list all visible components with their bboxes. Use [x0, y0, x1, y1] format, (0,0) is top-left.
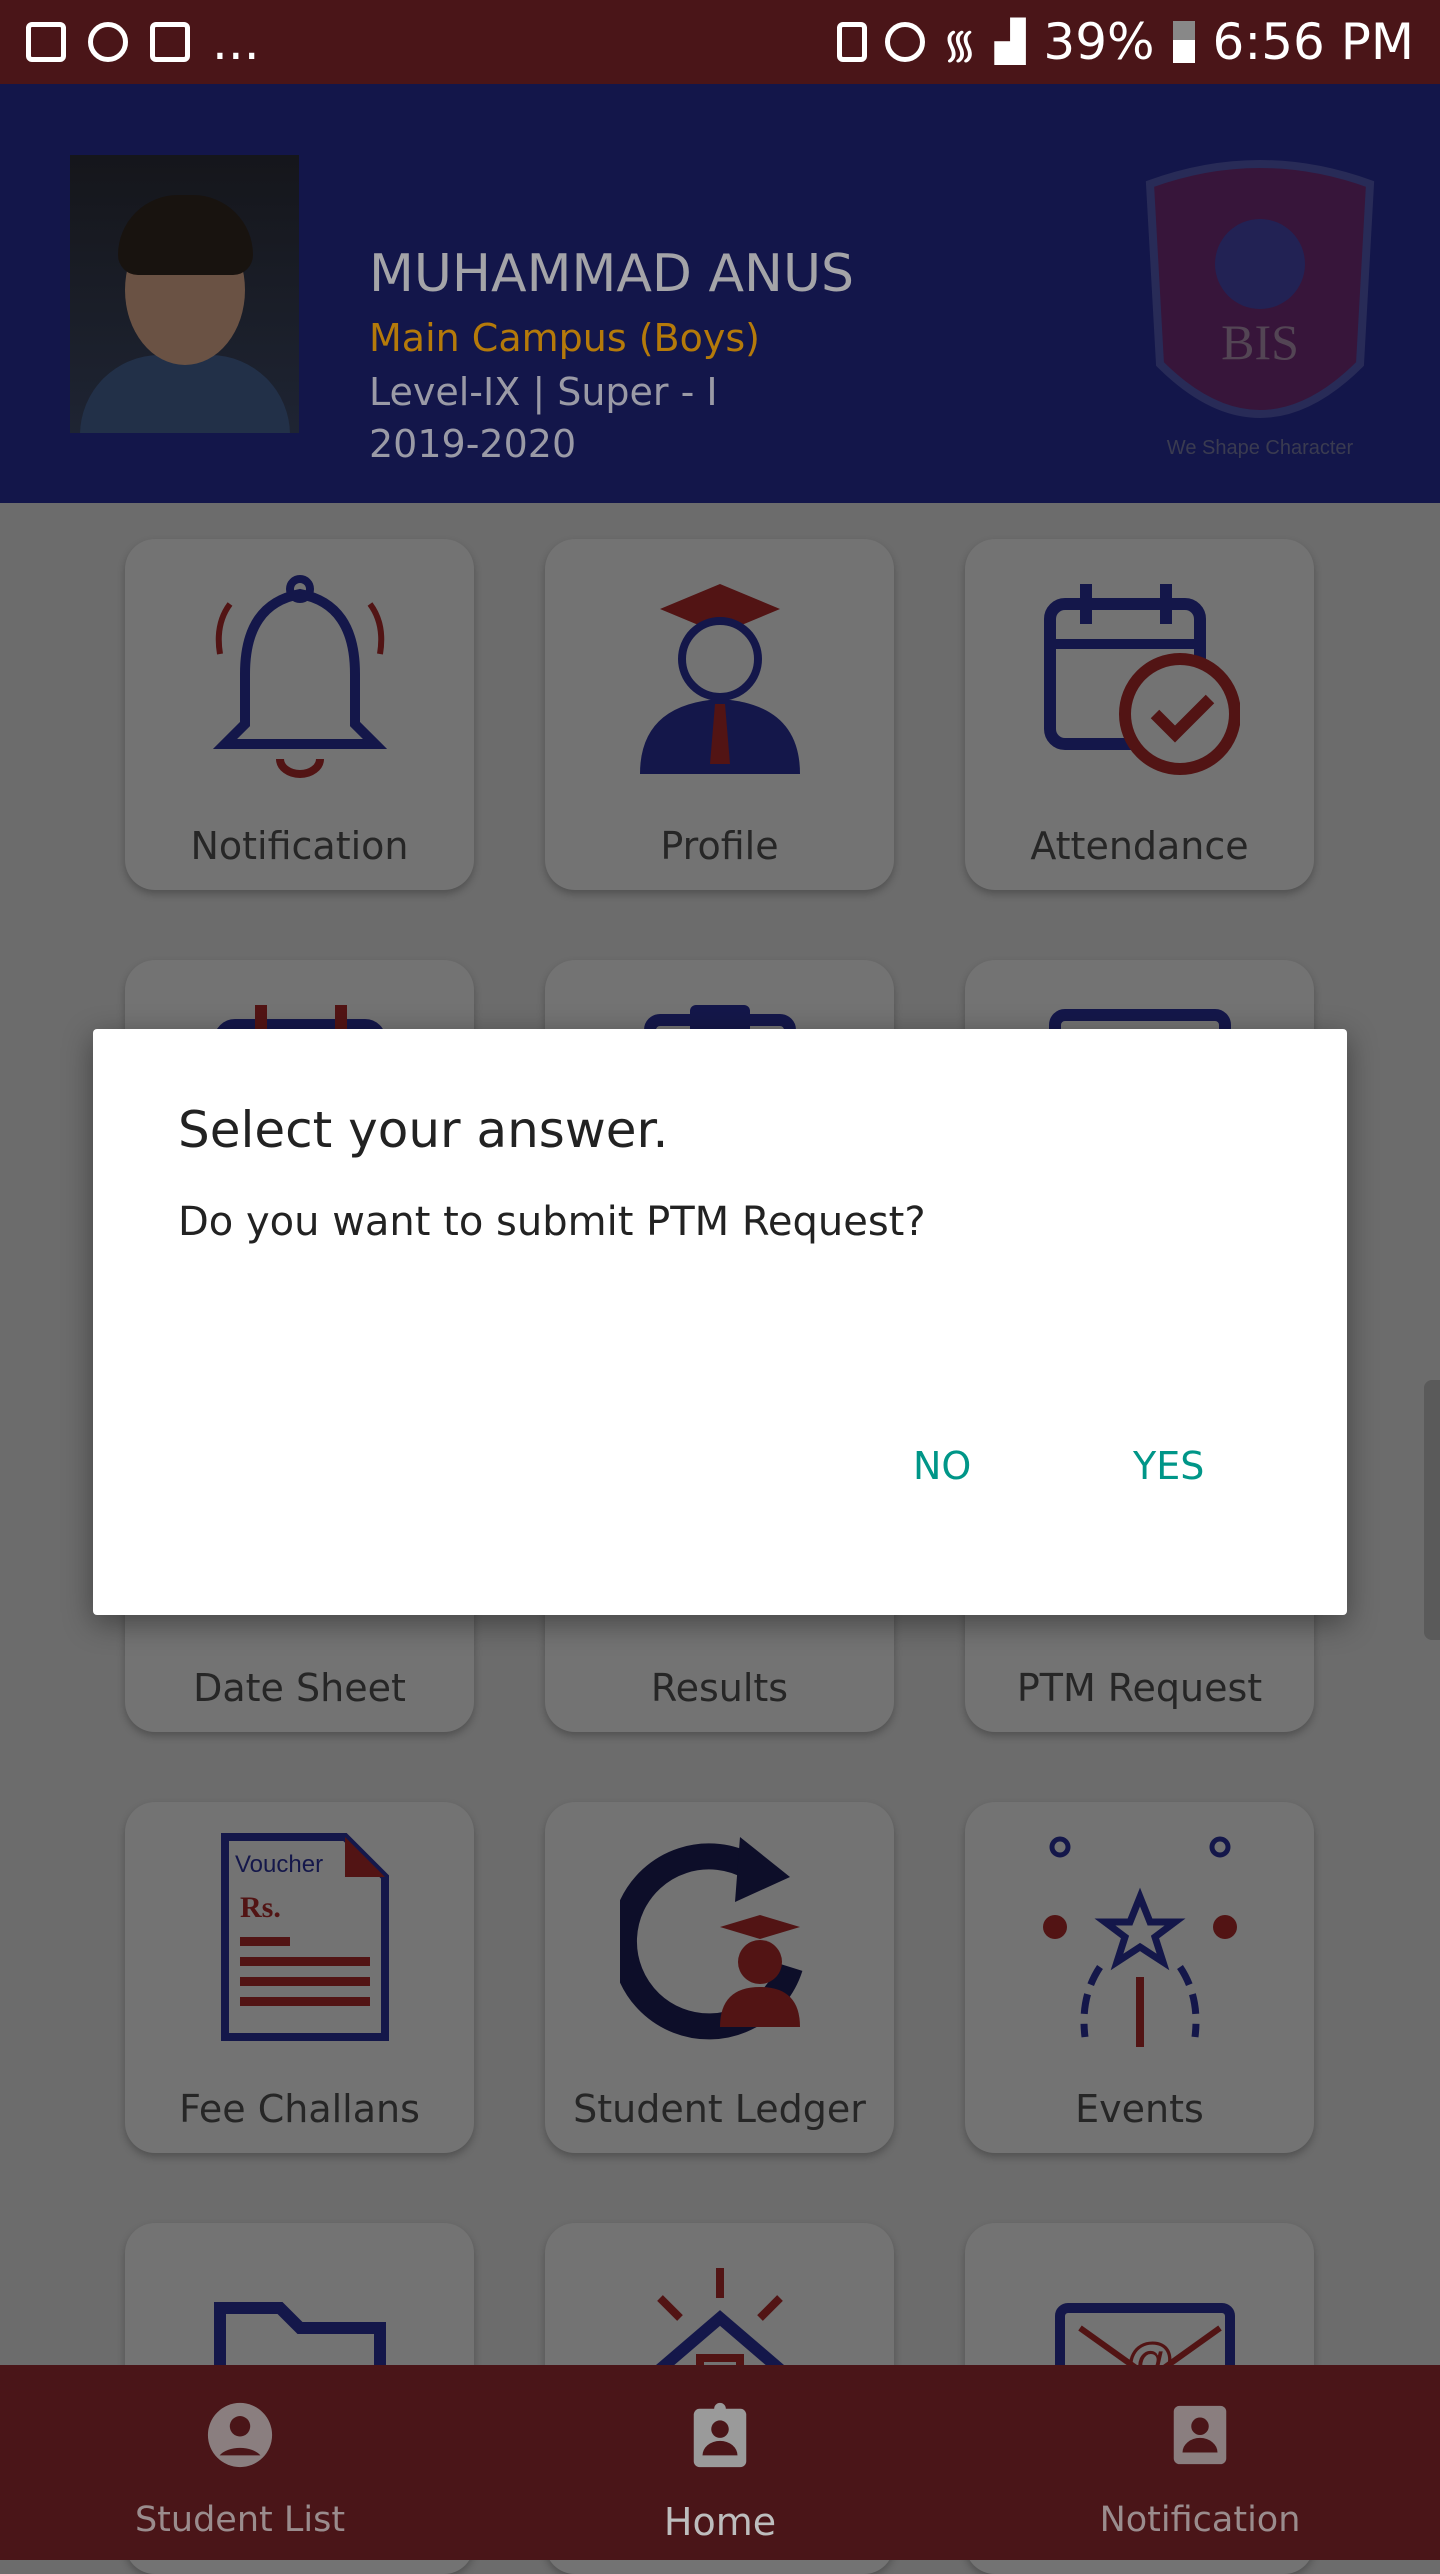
status-bar: ... ᯾ ▟ 39% 6:56 PM [0, 0, 1440, 84]
tile-fee-challans[interactable]: Voucher Rs. Fee Challans [125, 1802, 474, 2153]
tile-profile[interactable]: Profile [545, 539, 894, 890]
school-logo: BIS We Shape Character [1145, 160, 1375, 459]
battery-percent: 39% [1043, 13, 1155, 71]
scroll-handle[interactable] [1424, 1380, 1440, 1640]
tile-label: Fee Challans [179, 2087, 420, 2131]
tile-student-ledger[interactable]: Student Ledger [545, 1802, 894, 2153]
gmail-icon [150, 22, 190, 62]
account-circle-icon [207, 2402, 273, 2468]
tile-attendance[interactable]: Attendance [965, 539, 1314, 890]
tile-notification[interactable]: Notification [125, 539, 474, 890]
tile-label: Attendance [1030, 824, 1249, 868]
student-level: Level-IX | Super - I [369, 370, 718, 414]
battery-icon [1172, 21, 1195, 63]
tile-events[interactable]: Events [965, 1802, 1314, 2153]
tile-label: Profile [660, 824, 779, 868]
signal-icon: ▟ [994, 19, 1026, 65]
nav-home[interactable]: Home [480, 2365, 960, 2560]
tile-label: Results [650, 1666, 789, 1710]
tile-label: Student Ledger [573, 2087, 866, 2131]
yes-button[interactable]: YES [1113, 1434, 1224, 1498]
alarm-icon [884, 22, 925, 62]
graduate-icon [640, 584, 800, 774]
svg-text:We Shape Character: We Shape Character [1167, 437, 1354, 459]
student-campus: Main Campus (Boys) [369, 316, 760, 360]
dialog-title: Select your answer. [178, 1101, 669, 1159]
contact-icon [1173, 2405, 1227, 2465]
battery-saver-icon [836, 22, 867, 62]
svg-text:BIS: BIS [1221, 314, 1299, 370]
svg-text:Voucher: Voucher [235, 1851, 323, 1878]
no-button[interactable]: NO [893, 1434, 991, 1498]
student-photo [70, 155, 299, 433]
svg-text:Rs.: Rs. [240, 1891, 281, 1924]
voucher-icon: Voucher Rs. [221, 1833, 389, 2041]
gallery-icon [26, 22, 66, 62]
fireworks-icon [1043, 1836, 1237, 2047]
nav-notification[interactable]: Notification [960, 2365, 1440, 2560]
tile-label: Notification [190, 824, 409, 868]
ledger-icon [620, 1837, 803, 2040]
nav-student-list[interactable]: Student List [0, 2365, 480, 2560]
dialog-message: Do you want to submit PTM Request? [178, 1199, 926, 1245]
whatsapp-icon [88, 22, 128, 62]
confirm-dialog: Select your answer. Do you want to submi… [93, 1029, 1347, 1615]
clock: 6:56 PM [1212, 13, 1414, 71]
bell-icon [212, 575, 388, 778]
tile-label: Events [1075, 2087, 1204, 2131]
tile-label: PTM Request [1016, 1666, 1263, 1710]
more-notifications: ... [212, 13, 260, 71]
badge-icon [693, 2402, 747, 2468]
wifi-icon: ᯾ [942, 21, 977, 68]
bottom-nav: Student List Home Notification [0, 2365, 1440, 2560]
student-session: 2019-2020 [369, 422, 577, 466]
student-header: MUHAMMAD ANUS Main Campus (Boys) Level-I… [0, 84, 1440, 503]
tile-label: Date Sheet [193, 1666, 406, 1710]
student-name: MUHAMMAD ANUS [369, 244, 855, 304]
calendar-check-icon [1044, 584, 1240, 775]
